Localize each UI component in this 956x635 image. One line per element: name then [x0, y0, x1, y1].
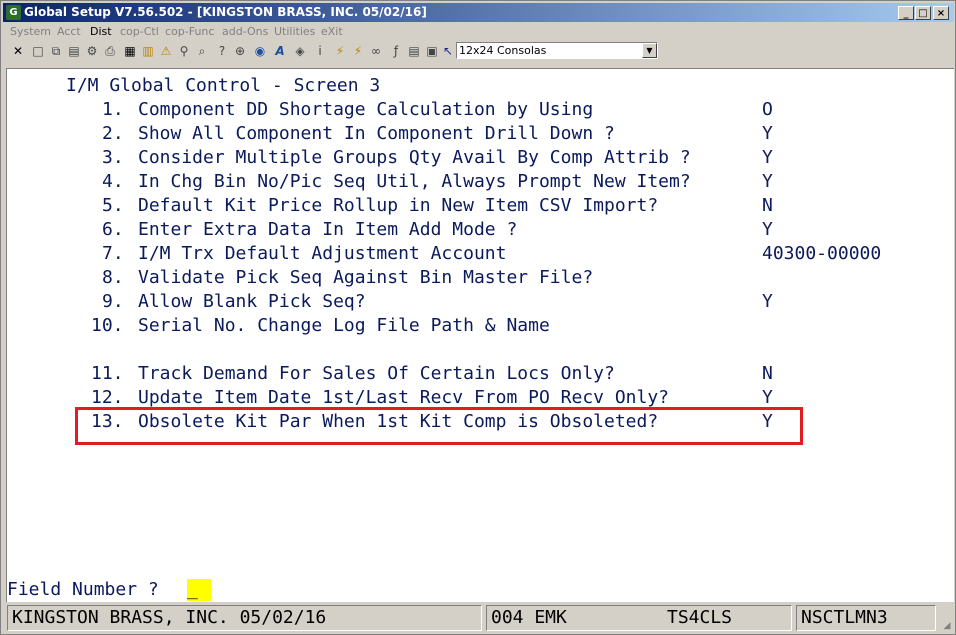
menu-cop-ctl[interactable]: cop-Ctl	[120, 23, 159, 40]
terminal-screen: I/M Global Control - Screen 3 1. Compone…	[6, 68, 954, 579]
item-num-5: 5.	[102, 195, 124, 216]
item-value-3[interactable]: Y	[762, 146, 773, 170]
status-company: KINGSTON BRASS, INC. 05/02/16	[7, 605, 482, 631]
screen-heading: I/M Global Control - Screen 3	[66, 75, 381, 96]
item-num-3: 3.	[102, 147, 124, 168]
function-icon[interactable]: ƒ	[387, 42, 405, 60]
cancel-icon[interactable]: ✕	[9, 42, 27, 60]
print-icon[interactable]: ⎙	[101, 42, 119, 60]
item-label-8[interactable]: Validate Pick Seq Against Bin Master Fil…	[138, 266, 593, 290]
item-value-11[interactable]: N	[762, 362, 773, 386]
font-icon[interactable]: A	[271, 42, 289, 60]
list-icon[interactable]: ▤	[405, 42, 423, 60]
find-icon[interactable]: ⊕	[231, 42, 249, 60]
status-program: NSCTLMN3	[796, 605, 936, 631]
warning-icon[interactable]: ⚠	[157, 42, 175, 60]
item-label-2[interactable]: Show All Component In Component Drill Do…	[138, 122, 615, 146]
field-number-label: Field Number ?	[7, 579, 159, 600]
menu-utilities[interactable]: Utilities	[274, 23, 315, 40]
web-icon[interactable]: ◉	[251, 42, 269, 60]
menu-cop-func[interactable]: cop-Func	[165, 23, 214, 40]
calc-icon[interactable]: ▦	[121, 42, 139, 60]
item-num-10: 10.	[91, 315, 124, 336]
lookup-icon[interactable]: ◈	[291, 42, 309, 60]
minimize-button[interactable]: _	[898, 6, 914, 20]
item-label-7[interactable]: I/M Trx Default Adjustment Account	[138, 242, 506, 266]
item-value-7[interactable]: 40300-00000	[762, 242, 881, 266]
item-num-9: 9.	[102, 291, 124, 312]
notes-icon[interactable]: ▥	[139, 42, 157, 60]
app-icon: G	[6, 5, 21, 20]
zoom-icon[interactable]: ⌕	[193, 42, 211, 60]
query-icon[interactable]: ?	[213, 42, 231, 60]
item-label-3[interactable]: Consider Multiple Groups Qty Avail By Co…	[138, 146, 691, 170]
item-value-9[interactable]: Y	[762, 290, 773, 314]
action-icon[interactable]: ⚡	[331, 42, 349, 60]
field-number-value: _	[187, 579, 198, 600]
item-label-5[interactable]: Default Kit Price Rollup in New Item CSV…	[138, 194, 658, 218]
item-label-10[interactable]: Serial No. Change Log File Path & Name	[138, 314, 550, 338]
item-label-11[interactable]: Track Demand For Sales Of Certain Locs O…	[138, 362, 615, 386]
help-cursor-icon[interactable]: ↖	[439, 42, 457, 60]
item-value-6[interactable]: Y	[762, 218, 773, 242]
item-value-4[interactable]: Y	[762, 170, 773, 194]
font-select[interactable]: 12x24 Consolas ▼	[456, 42, 658, 59]
status-bar: KINGSTON BRASS, INC. 05/02/16 004 EMK TS…	[3, 603, 954, 633]
item-num-8: 8.	[102, 267, 124, 288]
link-icon[interactable]: ∞	[367, 42, 385, 60]
item-label-9[interactable]: Allow Blank Pick Seq?	[138, 290, 366, 314]
flash-icon[interactable]: ⚡	[349, 42, 367, 60]
search-icon[interactable]: ⚲	[175, 42, 193, 60]
toolbar: ✕ □ ⧉ ▤ ⚙ ⎙ ▦ ▥ ⚠ ⚲ ⌕ ? ⊕ ◉ A ◈ i ⚡ ⚡ ∞ …	[3, 40, 954, 63]
item-label-6[interactable]: Enter Extra Data In Item Add Mode ?	[138, 218, 517, 242]
highlight-box	[75, 407, 803, 445]
item-value-5[interactable]: N	[762, 194, 773, 218]
info-icon[interactable]: i	[311, 42, 329, 60]
item-num-6: 6.	[102, 219, 124, 240]
item-label-4[interactable]: In Chg Bin No/Pic Seq Util, Always Promp…	[138, 170, 691, 194]
item-label-1[interactable]: Component DD Shortage Calculation by Usi…	[138, 98, 593, 122]
status-terminal: TS4CLS	[667, 607, 733, 628]
settings-icon[interactable]: ⚙	[83, 42, 101, 60]
title-bar: G Global Setup V7.56.502 - [KINGSTON BRA…	[3, 3, 954, 22]
item-num-7: 7.	[102, 243, 124, 264]
resize-grip-icon[interactable]: ◢	[941, 620, 953, 632]
item-num-11: 11.	[91, 363, 124, 384]
font-select-value: 12x24 Consolas	[459, 44, 547, 57]
paste-icon[interactable]: ▤	[65, 42, 83, 60]
field-prompt-line: Field Number ? _	[6, 578, 954, 602]
field-number-input[interactable]: _	[187, 579, 211, 601]
copy-icon[interactable]: ⧉	[47, 42, 65, 60]
item-num-1: 1.	[102, 99, 124, 120]
status-user-terminal: 004 EMK TS4CLS	[486, 605, 792, 631]
menu-acct[interactable]: Acct	[57, 23, 81, 40]
menu-dist[interactable]: Dist	[90, 23, 112, 40]
menu-exit[interactable]: eXit	[321, 23, 343, 40]
menu-system[interactable]: System	[10, 23, 51, 40]
close-button[interactable]: ×	[933, 6, 949, 20]
window-title: Global Setup V7.56.502 - [KINGSTON BRASS…	[24, 5, 427, 19]
item-num-2: 2.	[102, 123, 124, 144]
maximize-button[interactable]: □	[915, 6, 931, 20]
status-user: 004 EMK	[491, 607, 567, 628]
menu-add-ons[interactable]: add-Ons	[222, 23, 268, 40]
menu-bar: System Acct Dist cop-Ctl cop-Func add-On…	[3, 23, 954, 40]
new-icon[interactable]: □	[29, 42, 47, 60]
item-value-1[interactable]: O	[762, 98, 773, 122]
item-value-2[interactable]: Y	[762, 122, 773, 146]
main-window: G Global Setup V7.56.502 - [KINGSTON BRA…	[0, 0, 956, 635]
chevron-down-icon[interactable]: ▼	[642, 43, 657, 58]
item-num-4: 4.	[102, 171, 124, 192]
